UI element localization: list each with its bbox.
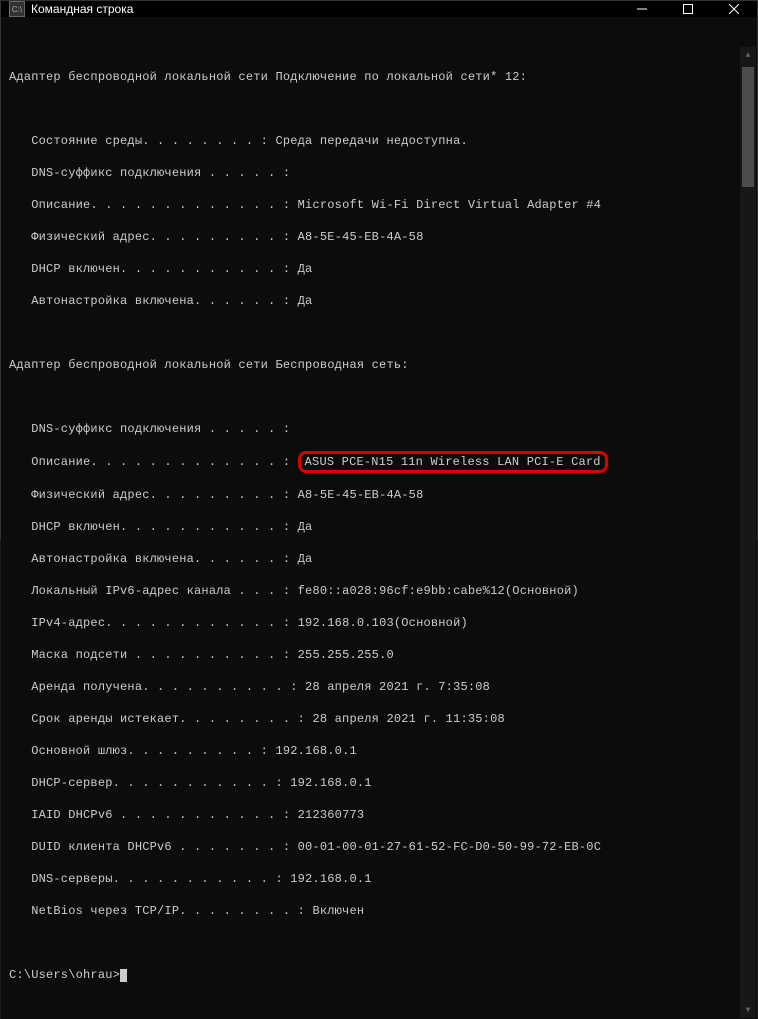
adapter1-header: Адаптер беспроводной локальной сети Подк…: [9, 69, 749, 85]
vertical-scrollbar[interactable]: ▲ ▼: [740, 47, 756, 1018]
blank-line: [9, 935, 749, 951]
adapter2-auto: Автонастройка включена. . . . . . : Да: [9, 551, 749, 567]
adapter1-auto: Автонастройка включена. . . . . . : Да: [9, 293, 749, 309]
adapter1-dhcp: DHCP включен. . . . . . . . . . . : Да: [9, 261, 749, 277]
scrollbar-thumb[interactable]: [742, 67, 754, 187]
adapter1-dns-suffix: DNS-суффикс подключения . . . . . :: [9, 165, 749, 181]
cursor-icon: [120, 969, 127, 982]
cmd-icon: C:\: [9, 1, 25, 17]
close-button[interactable]: [711, 1, 757, 17]
blank-line: [9, 37, 749, 53]
blank-line: [9, 101, 749, 117]
adapter2-dhcp: DHCP включен. . . . . . . . . . . : Да: [9, 519, 749, 535]
adapter2-netbios: NetBios через TCP/IP. . . . . . . . : Вк…: [9, 903, 749, 919]
adapter2-gateway: Основной шлюз. . . . . . . . . : 192.168…: [9, 743, 749, 759]
adapter1-description: Описание. . . . . . . . . . . . . : Micr…: [9, 197, 749, 213]
blank-line: [9, 389, 749, 405]
terminal-output[interactable]: Адаптер беспроводной локальной сети Подк…: [1, 17, 757, 1019]
prompt-line[interactable]: C:\Users\ohrau>: [9, 967, 749, 983]
adapter2-description: Описание. . . . . . . . . . . . . : ASUS…: [9, 453, 749, 471]
highlighted-adapter-name: ASUS PCE-N15 11n Wireless LAN PCI-E Card: [298, 451, 608, 473]
blank-line: [9, 325, 749, 341]
adapter2-dns-suffix: DNS-суффикс подключения . . . . . :: [9, 421, 749, 437]
adapter2-ipv4: IPv4-адрес. . . . . . . . . . . . : 192.…: [9, 615, 749, 631]
adapter1-state: Состояние среды. . . . . . . . : Среда п…: [9, 133, 749, 149]
command-prompt-window: C:\ Командная строка Адаптер беспроводно…: [0, 0, 758, 540]
adapter2-dns-servers: DNS-серверы. . . . . . . . . . . : 192.1…: [9, 871, 749, 887]
window-title: Командная строка: [31, 2, 619, 16]
maximize-button[interactable]: [665, 1, 711, 17]
adapter2-header: Адаптер беспроводной локальной сети Бесп…: [9, 357, 749, 373]
adapter2-mask: Маска подсети . . . . . . . . . . : 255.…: [9, 647, 749, 663]
content-area: Адаптер беспроводной локальной сети Подк…: [1, 17, 757, 1019]
adapter2-dhcp-server: DHCP-сервер. . . . . . . . . . . : 192.1…: [9, 775, 749, 791]
adapter2-lease-expires: Срок аренды истекает. . . . . . . . : 28…: [9, 711, 749, 727]
titlebar[interactable]: C:\ Командная строка: [1, 1, 757, 17]
adapter2-ipv6: Локальный IPv6-адрес канала . . . : fe80…: [9, 583, 749, 599]
adapter1-mac: Физический адрес. . . . . . . . . : A8-5…: [9, 229, 749, 245]
window-controls: [619, 1, 757, 17]
minimize-button[interactable]: [619, 1, 665, 17]
scroll-down-arrow-icon[interactable]: ▼: [740, 1002, 756, 1018]
scroll-up-arrow-icon[interactable]: ▲: [740, 47, 756, 63]
adapter2-duid: DUID клиента DHCPv6 . . . . . . . : 00-0…: [9, 839, 749, 855]
adapter2-iaid: IAID DHCPv6 . . . . . . . . . . . : 2123…: [9, 807, 749, 823]
adapter2-mac: Физический адрес. . . . . . . . . : A8-5…: [9, 487, 749, 503]
adapter2-lease-obtained: Аренда получена. . . . . . . . . . : 28 …: [9, 679, 749, 695]
